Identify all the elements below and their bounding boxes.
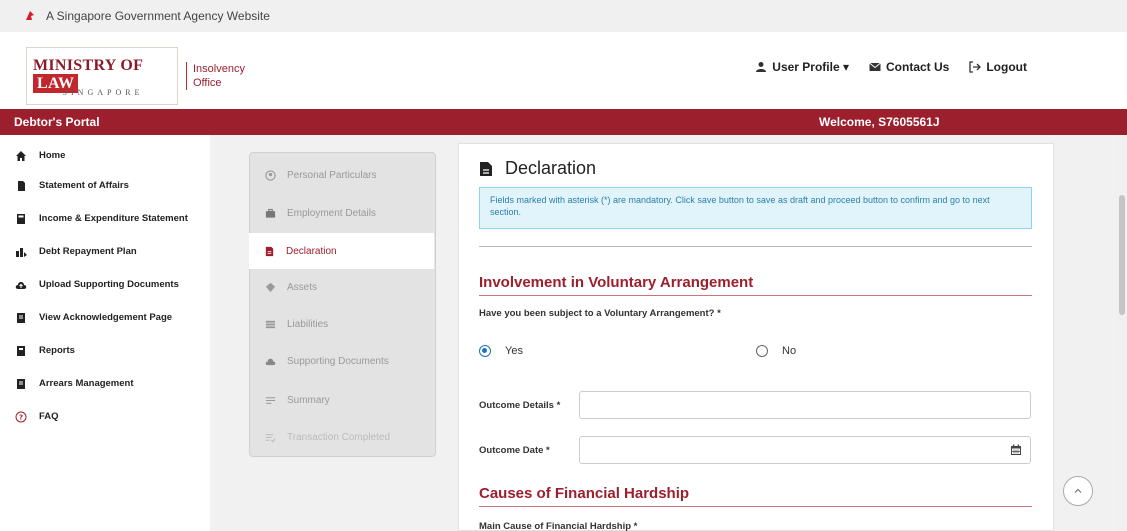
welcome-text: Welcome, S7605561J: [819, 115, 940, 129]
user-profile-menu[interactable]: User Profile ▾: [755, 60, 849, 74]
question-icon: ?: [15, 411, 27, 422]
info-alert: Fields marked with asterisk (*) are mand…: [479, 187, 1032, 229]
sidebar-item-label: Home: [39, 150, 66, 161]
question-label: Have you been subject to a Voluntary Arr…: [479, 308, 721, 319]
cloud-upload-icon: [265, 358, 275, 365]
portal-bar: Debtor's Portal Welcome, S7605561J: [0, 109, 1127, 135]
file-icon: [18, 180, 25, 191]
step-label: Employment Details: [287, 207, 376, 219]
scroll-to-top-button[interactable]: [1063, 476, 1093, 506]
user-circle-icon: [264, 169, 276, 181]
sidebar: Home Statement of Affairs Income & Expen…: [0, 135, 210, 531]
chart-icon: [16, 247, 27, 257]
radio-dot: [756, 345, 768, 357]
sidebar-item-view-acknowledgement-page[interactable]: View Acknowledgement Page: [0, 301, 210, 334]
scrollbar-thumb[interactable]: [1119, 195, 1125, 315]
sidebar-item-label: FAQ: [39, 411, 59, 422]
sidebar-item-upload-supporting-documents[interactable]: Upload Supporting Documents: [0, 268, 210, 301]
main-cause-label: Main Cause of Financial Hardship *: [479, 521, 638, 531]
outcome-date-label: Outcome Date *: [479, 445, 550, 456]
portal-title: Debtor's Portal: [14, 115, 100, 129]
sidebar-item-debt-repayment-plan[interactable]: Debt Repayment Plan: [0, 235, 210, 268]
sidebar-item-faq[interactable]: ? FAQ: [0, 400, 210, 433]
contact-us-label: Contact Us: [886, 60, 950, 74]
step-assets[interactable]: Assets: [250, 269, 435, 305]
radio-yes-label: Yes: [505, 345, 523, 357]
sidebar-item-arrears-management[interactable]: Arrears Management: [0, 367, 210, 400]
sidebar-item-statement-of-affairs[interactable]: Statement of Affairs: [0, 169, 210, 202]
home-icon: [16, 150, 26, 161]
radio-dot-checked: [479, 345, 491, 357]
chevron-up-icon: [1074, 488, 1082, 493]
form-steps-panel: Personal Particulars Employment Details …: [249, 152, 436, 457]
list-icon: [265, 320, 275, 328]
outcome-date-input[interactable]: [579, 436, 1031, 464]
sidebar-item-label: Debt Repayment Plan: [39, 246, 137, 257]
ministry-of-law-logo[interactable]: MINISTRY OF LAW SINGAPORE Insolvency Off…: [26, 47, 246, 105]
lion-head-icon: [26, 11, 34, 20]
radio-yes[interactable]: Yes: [479, 345, 523, 357]
cloud-upload-icon: [15, 281, 27, 289]
page-scrollbar[interactable]: [1117, 135, 1127, 531]
page-title: Declaration: [479, 158, 596, 179]
sidebar-item-label: Reports: [39, 345, 75, 356]
radio-no-label: No: [782, 345, 797, 357]
step-supporting-documents[interactable]: Supporting Documents: [250, 343, 435, 379]
declaration-panel: Declaration Fields marked with asterisk …: [458, 143, 1054, 531]
outcome-details-label: Outcome Details *: [479, 400, 561, 411]
step-label: Declaration: [286, 245, 337, 257]
sidebar-item-home[interactable]: Home: [0, 142, 210, 169]
sidebar-item-label: Income & Expenditure Statement: [39, 213, 188, 224]
radio-no[interactable]: No: [756, 345, 796, 357]
sidebar-item-income-expenditure[interactable]: Income & Expenditure Statement: [0, 202, 210, 235]
step-label: Personal Particulars: [287, 169, 377, 181]
outcome-details-input[interactable]: [579, 391, 1031, 419]
user-profile-label: User Profile ▾: [772, 60, 849, 74]
header: MINISTRY OF LAW SINGAPORE Insolvency Off…: [0, 32, 1127, 109]
step-label: Supporting Documents: [287, 355, 389, 367]
gov-banner-text: A Singapore Government Agency Website: [46, 9, 270, 23]
logout-link[interactable]: Logout: [969, 60, 1027, 74]
step-label: Transaction Completed: [287, 431, 391, 443]
user-icon: [756, 62, 767, 72]
logo-country: SINGAPORE: [62, 88, 144, 97]
step-declaration[interactable]: Declaration: [249, 233, 434, 269]
book-icon: [17, 345, 25, 356]
divider: [479, 246, 1032, 247]
calendar-icon[interactable]: [1010, 444, 1022, 456]
logo-subtitle: Insolvency Office: [186, 62, 245, 90]
section-title-financial-hardship: Causes of Financial Hardship: [479, 485, 1032, 507]
logout-icon: [969, 61, 982, 73]
step-label: Liabilities: [287, 318, 329, 330]
briefcase-icon: [265, 208, 275, 218]
sidebar-item-label: Arrears Management: [39, 378, 134, 389]
section-title-voluntary-arrangement: Involvement in Voluntary Arrangement: [479, 274, 1032, 296]
logout-label: Logout: [986, 60, 1027, 74]
svg-text:?: ?: [19, 413, 23, 421]
sidebar-item-reports[interactable]: Reports: [0, 334, 210, 367]
header-nav: User Profile ▾ Contact Us Logout: [755, 60, 1027, 74]
step-label: Assets: [287, 281, 318, 293]
envelope-icon: [869, 62, 881, 71]
step-label: Summary: [287, 394, 330, 406]
document-icon: [17, 378, 25, 389]
step-summary[interactable]: Summary: [250, 382, 435, 418]
gov-banner: A Singapore Government Agency Website: [0, 0, 1127, 32]
file-text-icon: [480, 161, 492, 176]
document-icon: [17, 312, 25, 323]
step-transaction-completed[interactable]: Transaction Completed: [250, 419, 435, 455]
sidebar-item-label: Statement of Affairs: [39, 180, 129, 191]
gem-icon: [265, 282, 275, 292]
sidebar-item-label: Upload Supporting Documents: [39, 279, 179, 290]
calculator-icon: [17, 213, 25, 224]
logo-main: MINISTRY OF LAW SINGAPORE: [26, 47, 178, 105]
sidebar-item-label: View Acknowledgement Page: [39, 312, 173, 323]
lines-icon: [265, 396, 275, 404]
contact-us-link[interactable]: Contact Us: [869, 60, 949, 74]
step-employment-details[interactable]: Employment Details: [250, 195, 435, 231]
step-personal-particulars[interactable]: Personal Particulars: [250, 157, 435, 193]
step-liabilities[interactable]: Liabilities: [250, 306, 435, 342]
file-text-icon: [265, 246, 273, 256]
lines-check-icon: [265, 433, 276, 442]
